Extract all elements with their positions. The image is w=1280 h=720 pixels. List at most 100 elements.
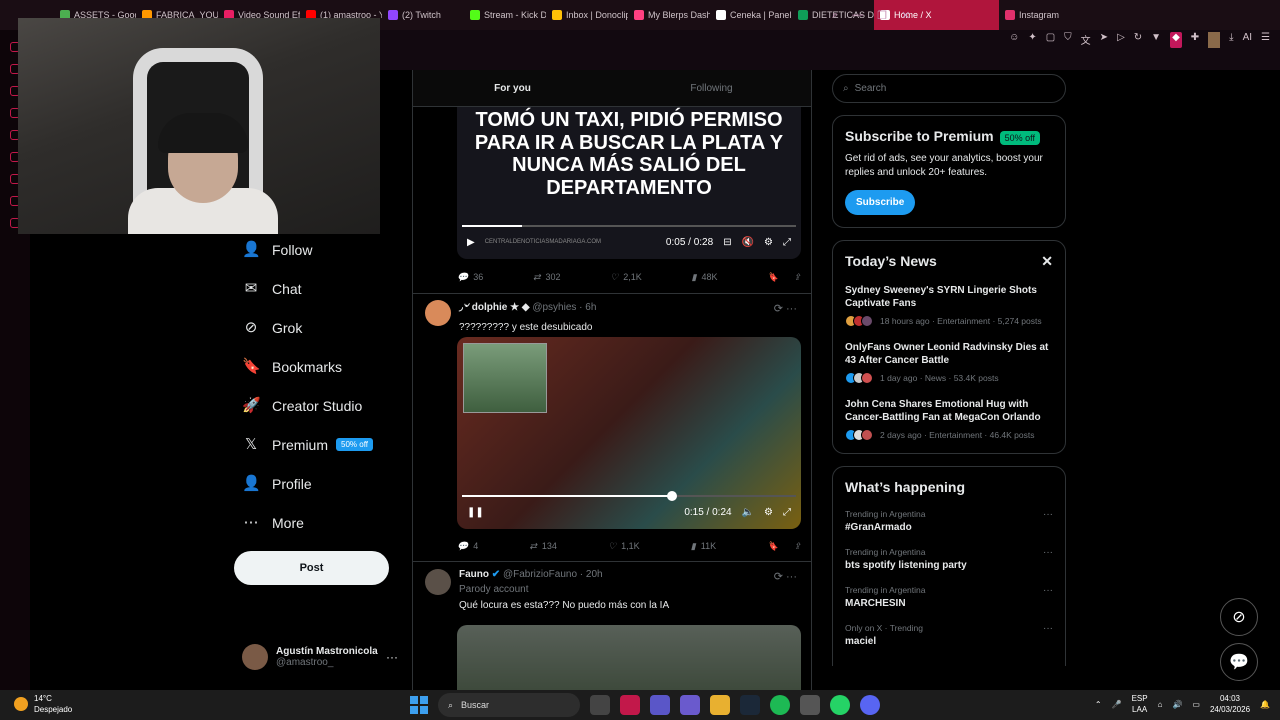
repost-button[interactable]: ⇄ 134 — [529, 541, 557, 552]
menu-icon[interactable]: ☰ — [1261, 32, 1270, 48]
avatar[interactable] — [425, 569, 451, 595]
author-handle[interactable]: @psyhies · 6h — [532, 302, 596, 313]
language-indicator[interactable]: ESP LAA — [1132, 693, 1148, 715]
weather-widget[interactable]: 14°C Despejado — [14, 693, 72, 715]
battery-icon[interactable]: ▭ — [1192, 700, 1200, 709]
settings-icon[interactable] — [800, 695, 820, 715]
restore-icon[interactable]: ❐ — [877, 9, 887, 22]
search-icon[interactable]: ⌕ — [832, 9, 838, 22]
discord-icon[interactable] — [860, 695, 880, 715]
tweet-menu-icon[interactable]: ⟳ ··· — [774, 302, 797, 315]
account-menu-icon[interactable]: ··· — [386, 650, 398, 664]
translate-icon[interactable]: 文 — [1081, 32, 1091, 48]
nav-item-profile[interactable]: 👤 Profile — [234, 464, 373, 503]
close-icon[interactable]: ✕ — [901, 9, 910, 22]
pin-icon[interactable]: ✦ — [1028, 32, 1036, 48]
download-icon[interactable]: ⤓ — [1229, 32, 1233, 48]
cursor-icon[interactable]: ➤ — [1100, 32, 1108, 48]
reload-icon[interactable]: ↻ — [1134, 32, 1142, 48]
news-item[interactable]: OnlyFans Owner Leonid Radvinsky Dies at … — [845, 341, 1053, 384]
nav-item-grok[interactable]: ⊘ Grok — [234, 308, 373, 347]
ai-button[interactable]: AI — [1243, 32, 1252, 48]
captions-icon[interactable]: ⊟ — [723, 237, 731, 248]
news-item[interactable]: John Cena Shares Emotional Hug with Canc… — [845, 398, 1053, 441]
whatsapp-icon[interactable] — [830, 695, 850, 715]
views-button[interactable]: ▮ 48K — [692, 272, 718, 283]
steam-icon[interactable] — [740, 695, 760, 715]
extension-active-icon[interactable]: ◆ — [1170, 32, 1182, 48]
clock[interactable]: 04:03 24/03/2026 — [1210, 693, 1250, 715]
nav-item-follow[interactable]: 👤 Follow — [234, 230, 373, 269]
filter-icon[interactable]: ▼ — [1151, 32, 1161, 48]
author-line[interactable]: ◞৺ dolphie ★ ◆ @psyhies · 6h — [459, 300, 596, 317]
chat-fab-button[interactable]: 💬 — [1220, 643, 1258, 681]
shield-icon[interactable]: ⛉ — [1064, 32, 1072, 48]
browser-tab[interactable]: (2) Twitch — [382, 0, 464, 30]
post-button[interactable]: Post — [234, 551, 389, 585]
emoji-icon[interactable]: ☺ — [1009, 32, 1019, 48]
browser-tab[interactable]: My Blerps Dash — [628, 0, 710, 30]
video-player[interactable]: TOMÓ UN TAXI, PIDIÓ PERMISO PARA IR A BU… — [457, 107, 801, 259]
reply-button[interactable]: 💬 4 — [457, 541, 478, 552]
task-view-icon[interactable] — [590, 695, 610, 715]
minimize-icon[interactable]: — — [852, 9, 863, 21]
more-icon[interactable]: ··· — [1043, 585, 1053, 596]
news-item[interactable]: Sydney Sweeney's SYRN Lingerie Shots Cap… — [845, 284, 1053, 327]
fullscreen-icon[interactable]: ⤢ — [783, 507, 791, 518]
capture-icon[interactable]: ▢ — [1046, 32, 1055, 48]
puzzle-icon[interactable]: ✚ — [1191, 32, 1199, 48]
file-explorer-icon[interactable] — [710, 695, 730, 715]
trend-item[interactable]: Only on X · Trending maciel ··· — [845, 623, 1053, 647]
more-icon[interactable]: ··· — [1043, 509, 1053, 520]
mute-icon[interactable]: 🔈 — [742, 507, 754, 518]
more-icon[interactable]: ··· — [1043, 547, 1053, 558]
bookmark-button[interactable]: 🔖 ⇪ — [767, 541, 801, 552]
nav-item-more[interactable]: ⋯ More — [234, 503, 373, 542]
author-handle[interactable]: @FabrizioFauno · 20h — [503, 569, 603, 580]
account-switcher[interactable]: Agustín Mastronicola @amastroo_ ··· — [242, 644, 398, 670]
volume-icon[interactable]: 🔊 — [1172, 700, 1182, 709]
spotify-icon[interactable] — [770, 695, 790, 715]
share-icon[interactable]: ⇪ — [793, 272, 801, 283]
chevron-up-icon[interactable]: ⌃ — [1095, 700, 1102, 709]
avatar[interactable] — [425, 300, 451, 326]
network-icon[interactable]: ⌂ — [1158, 700, 1163, 709]
video-player[interactable]: ❚❚ 0:15 / 0:24 🔈 ⚙ ⤢ — [457, 337, 801, 529]
avatar-icon[interactable] — [1208, 32, 1221, 48]
browser-tab[interactable]: Inbox | Donoclip — [546, 0, 628, 30]
tweet-menu-icon[interactable]: ⟳ ··· — [774, 570, 797, 583]
pause-icon[interactable]: ❚❚ — [467, 507, 484, 518]
author-name[interactable]: Fauno — [459, 569, 489, 580]
settings-icon[interactable]: ⚙ — [764, 237, 773, 248]
close-icon[interactable]: ✕ — [1041, 253, 1053, 270]
browser-tab[interactable]: Stream - Kick D — [464, 0, 546, 30]
like-button[interactable]: ♡ 2,1K — [610, 272, 642, 283]
mute-icon[interactable]: 🔇 — [742, 237, 754, 248]
subscribe-button[interactable]: Subscribe — [845, 190, 916, 215]
settings-icon[interactable]: ⚙ — [764, 507, 773, 518]
app-icon[interactable] — [680, 695, 700, 715]
trend-item[interactable]: Trending in Argentina MARCHESIN ··· — [845, 585, 1053, 609]
notification-icon[interactable]: 🔔 — [1260, 700, 1270, 709]
opera-gx-icon[interactable] — [620, 695, 640, 715]
tab-for-you[interactable]: For you — [413, 70, 612, 106]
windows-start-icon[interactable] — [410, 696, 428, 714]
video-player[interactable] — [457, 625, 801, 690]
author-name[interactable]: ◞৺ dolphie ★ ◆ — [459, 302, 530, 313]
play-icon[interactable]: ▶ — [467, 237, 475, 248]
nav-item-creator-studio[interactable]: 🚀 Creator Studio — [234, 386, 373, 425]
like-button[interactable]: ♡ 1,1K — [608, 541, 640, 552]
browser-tab[interactable]: Ceneka | Panel — [710, 0, 792, 30]
trend-item[interactable]: Trending in Argentina #GranArmado ··· — [845, 509, 1053, 533]
reply-button[interactable]: 💬 36 — [457, 272, 483, 283]
nav-item-chat[interactable]: ✉ Chat — [234, 269, 373, 308]
bookmark-button[interactable]: 🔖 ⇪ — [767, 272, 801, 283]
share-icon[interactable]: ⇪ — [793, 541, 801, 552]
repost-button[interactable]: ⇄ 302 — [533, 272, 561, 283]
author-line[interactable]: Fauno ✔ @FabrizioFauno · 20h — [459, 569, 669, 580]
more-icon[interactable]: ··· — [1043, 623, 1053, 634]
teams-icon[interactable] — [650, 695, 670, 715]
taskbar-search[interactable]: ⌕ Buscar — [438, 693, 580, 717]
tab-following[interactable]: Following — [612, 70, 811, 106]
play-icon[interactable]: ▷ — [1117, 32, 1125, 48]
